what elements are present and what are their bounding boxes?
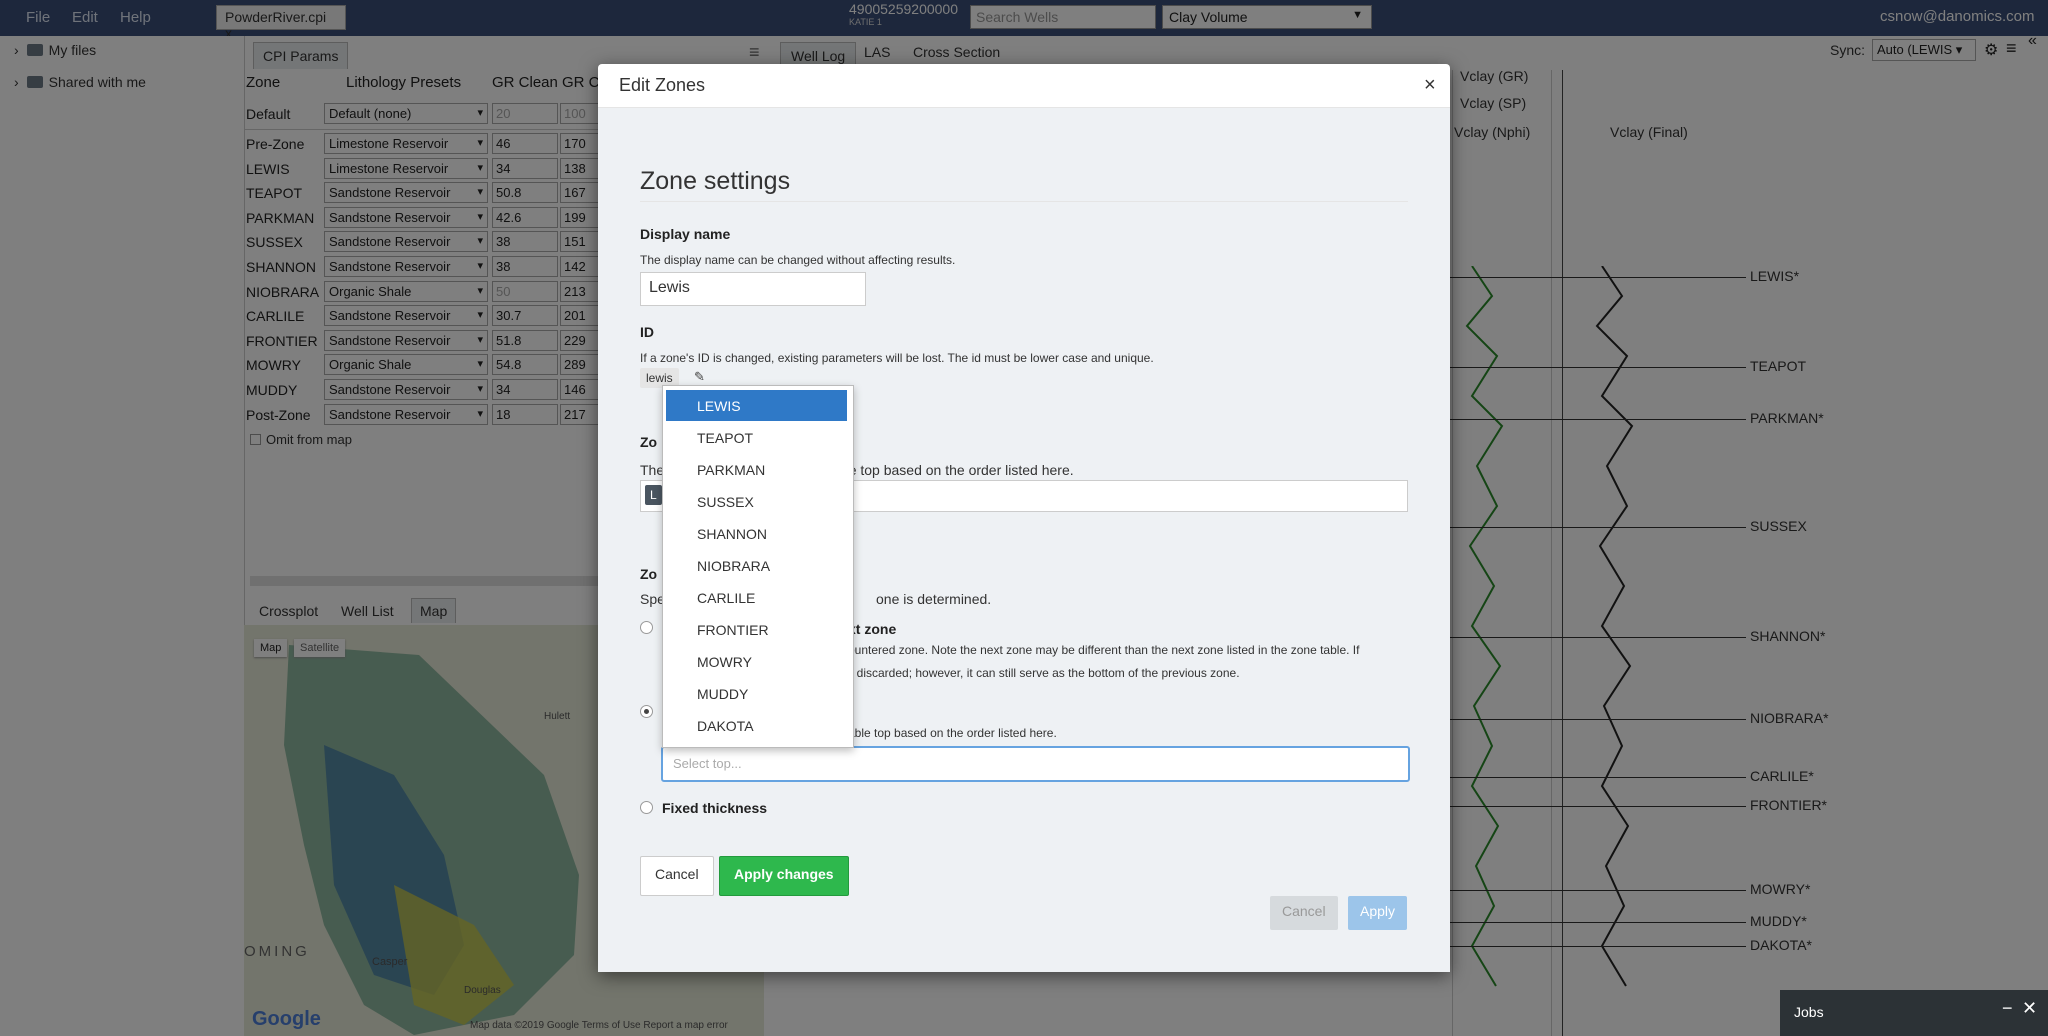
id-help: If a zone's ID is changed, existing para…: [640, 351, 1154, 365]
dropdown-option[interactable]: PARKMAN: [666, 454, 847, 485]
apply-changes-button[interactable]: Apply changes: [719, 856, 849, 896]
fixed-thickness-label: Fixed thickness: [662, 800, 768, 816]
radio-fixed-thickness[interactable]: [640, 801, 653, 814]
divider: [640, 201, 1408, 202]
select-top-input[interactable]: Select top...: [661, 746, 1410, 782]
opt-select-top-desc: able top based on the order listed here.: [848, 726, 1057, 740]
radio-select-top[interactable]: [640, 705, 653, 718]
dropdown-option[interactable]: NIOBRARA: [666, 550, 847, 581]
zone-top-chip[interactable]: L: [645, 485, 662, 505]
opt-next-zone-desc: ll discarded; however, it can still serv…: [848, 666, 1240, 680]
footer-apply-button[interactable]: Apply: [1348, 896, 1408, 930]
dropdown-option[interactable]: SHANNON: [666, 518, 847, 549]
dropdown-option[interactable]: TEAPOT: [666, 422, 847, 453]
dropdown-option[interactable]: CARLILE: [666, 582, 847, 613]
zone-top-help-prefix: The: [640, 462, 665, 478]
dropdown-option[interactable]: DAKOTA: [666, 710, 847, 741]
cancel-button[interactable]: Cancel: [640, 856, 714, 896]
zone-top-label: Zo: [640, 434, 658, 450]
dropdown-option[interactable]: FRONTIER: [666, 614, 847, 645]
dropdown-option[interactable]: SUSSEX: [666, 486, 847, 517]
minimize-icon[interactable]: −: [2002, 998, 2013, 1019]
modal-title: Edit Zones: [619, 75, 706, 95]
close-icon[interactable]: ×: [1424, 74, 1436, 97]
pencil-icon[interactable]: ✎: [694, 369, 705, 385]
radio-next-zone[interactable]: [640, 621, 653, 634]
zone-top-dropdown: LEWIS TEAPOT PARKMAN SUSSEX SHANNON NIOBRARA C…: [662, 385, 854, 748]
display-name-input[interactable]: Lewis: [640, 272, 866, 306]
zone-settings-title: Zone settings: [640, 167, 791, 195]
opt-next-zone-title: xt zone: [848, 621, 897, 637]
dropdown-option[interactable]: MUDDY: [666, 678, 847, 709]
zone-top-help-suffix: ailable top based on the order listed he…: [816, 462, 1074, 478]
id-label: ID: [640, 324, 654, 340]
footer-cancel-button[interactable]: Cancel: [1270, 896, 1338, 930]
modal-header: Edit Zones ×: [598, 64, 1450, 108]
jobs-panel[interactable]: Jobs − ✕: [1780, 990, 2048, 1036]
dropdown-option[interactable]: MOWRY: [666, 646, 847, 677]
dropdown-option[interactable]: LEWIS: [666, 390, 847, 421]
opt-next-zone-desc: ountered zone. Note the next zone may be…: [848, 643, 1360, 657]
zone-base-help-suffix: one is determined.: [876, 591, 992, 607]
zone-base-label: Zo: [640, 566, 658, 582]
close-icon[interactable]: ✕: [2022, 998, 2037, 1019]
display-name-label: Display name: [640, 226, 731, 242]
jobs-label: Jobs: [1794, 1004, 1824, 1020]
display-name-help: The display name can be changed without …: [640, 253, 956, 267]
